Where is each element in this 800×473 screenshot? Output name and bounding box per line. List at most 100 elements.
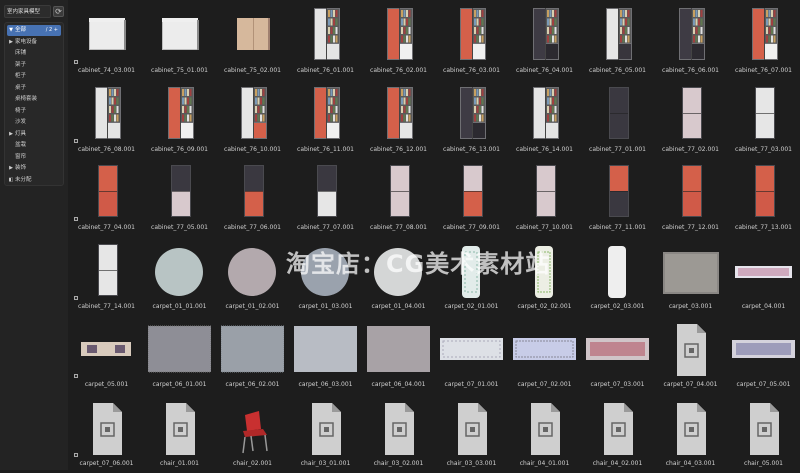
category-item[interactable]: ▼ 全部 / 2 + <box>7 25 61 36</box>
category-item[interactable]: ◧ 未分配 <box>7 175 61 186</box>
expand-arrow-icon[interactable]: ▶ <box>7 163 15 174</box>
asset-tile[interactable]: cabinet_75_02.001 <box>216 0 289 80</box>
asset-tile[interactable]: chair_03_02.001 <box>362 393 435 473</box>
asset-checkbox[interactable] <box>74 452 78 457</box>
asset-tile[interactable]: cabinet_76_10.001 <box>216 79 289 159</box>
asset-label: cabinet_76_05.001 <box>589 67 646 74</box>
asset-tile[interactable]: carpet_07_06.001 <box>70 393 143 473</box>
asset-checkbox[interactable] <box>74 374 78 378</box>
category-label: 全部 <box>15 27 27 33</box>
asset-label: chair_04_01.001 <box>519 459 570 467</box>
asset-tile[interactable]: cabinet_74_03.001 <box>70 0 143 80</box>
asset-thumbnail <box>75 85 138 145</box>
asset-tile[interactable]: cabinet_77_14.001 <box>70 236 143 316</box>
asset-tile[interactable]: carpet_04.001 <box>727 236 800 316</box>
asset-tile[interactable]: cabinet_76_07.001 <box>727 0 800 80</box>
asset-tile[interactable]: carpet_06_03.001 <box>289 314 362 394</box>
asset-tile[interactable]: carpet_01_02.001 <box>216 236 289 316</box>
asset-tile[interactable]: cabinet_76_01.001 <box>289 0 362 80</box>
asset-tile[interactable]: chair_03_03.001 <box>435 393 508 473</box>
asset-tile[interactable]: carpet_03.001 <box>654 236 727 316</box>
asset-tile[interactable]: cabinet_77_03.001 <box>727 79 800 159</box>
asset-tile[interactable]: cabinet_76_05.001 <box>581 0 654 80</box>
asset-tile[interactable]: carpet_07_03.001 <box>581 314 654 394</box>
asset-tile[interactable]: carpet_07_05.001 <box>727 314 800 394</box>
library-selector[interactable]: 室内家具模型 <box>4 4 51 18</box>
asset-tile[interactable]: cabinet_76_13.001 <box>435 79 508 159</box>
asset-tile[interactable]: cabinet_77_06.001 <box>216 157 289 237</box>
asset-tile[interactable]: carpet_06_01.001 <box>143 314 216 394</box>
asset-tile[interactable]: cabinet_76_03.001 <box>435 0 508 80</box>
asset-tile[interactable]: carpet_01_01.001 <box>143 236 216 316</box>
asset-tile[interactable]: cabinet_76_04.001 <box>508 0 581 80</box>
asset-tile[interactable]: cabinet_76_06.001 <box>654 0 727 80</box>
asset-tile[interactable]: chair_04_02.001 <box>581 393 654 473</box>
asset-tile[interactable]: cabinet_76_09.001 <box>143 79 216 159</box>
asset-tile[interactable]: carpet_06_02.001 <box>216 314 289 394</box>
asset-tile[interactable]: cabinet_76_08.001 <box>70 79 143 159</box>
asset-checkbox[interactable] <box>74 138 78 143</box>
asset-thumbnail <box>75 399 138 459</box>
asset-tile[interactable]: cabinet_77_09.001 <box>435 157 508 237</box>
category-item[interactable]: 柜子 <box>7 71 61 82</box>
expand-arrow-icon[interactable]: ▶ <box>7 129 15 140</box>
asset-tile[interactable]: cabinet_77_07.001 <box>289 157 362 237</box>
asset-tile[interactable]: cabinet_77_10.001 <box>508 157 581 237</box>
asset-thumbnail <box>440 6 503 66</box>
asset-label: carpet_07_03.001 <box>590 381 645 388</box>
asset-thumbnail <box>147 320 212 380</box>
category-label: 窗帘 <box>15 153 27 160</box>
asset-tile[interactable]: cabinet_77_04.001 <box>70 157 143 237</box>
asset-tile[interactable]: cabinet_77_13.001 <box>727 157 800 237</box>
asset-tile[interactable]: cabinet_76_14.001 <box>508 79 581 159</box>
category-item[interactable]: 桌椅套装 <box>7 94 61 105</box>
asset-tile[interactable]: chair_05.001 <box>727 393 800 473</box>
category-item[interactable]: ▶ 装饰 <box>7 163 61 174</box>
asset-tile[interactable]: chair_01.001 <box>143 393 216 473</box>
asset-label: cabinet_76_01.001 <box>297 67 354 74</box>
asset-tile[interactable]: cabinet_77_08.001 <box>362 157 435 237</box>
asset-tile[interactable]: chair_03_01.001 <box>289 393 362 473</box>
refresh-icon[interactable]: ⟳ <box>53 5 64 17</box>
category-item[interactable]: 床铺 <box>7 48 61 59</box>
asset-tile[interactable]: cabinet_77_11.001 <box>581 157 654 237</box>
asset-tile[interactable]: chair_02.001 <box>216 393 289 473</box>
expand-arrow-icon[interactable]: ▶ <box>7 37 15 48</box>
asset-thumbnail <box>586 242 649 302</box>
category-item[interactable]: 桌子 <box>7 83 61 94</box>
asset-tile[interactable]: carpet_07_04.001 <box>654 314 727 394</box>
category-item[interactable]: 沙发 <box>7 117 61 128</box>
asset-tile[interactable]: cabinet_76_02.001 <box>362 0 435 80</box>
category-count-controls[interactable]: / 2 + <box>46 25 58 36</box>
asset-thumbnail <box>440 320 503 380</box>
asset-tile[interactable]: chair_04_01.001 <box>508 393 581 473</box>
asset-label: cabinet_76_04.001 <box>516 67 573 74</box>
asset-tile[interactable]: carpet_05.001 <box>70 314 143 394</box>
asset-tile[interactable]: carpet_07_02.001 <box>508 314 581 394</box>
asset-checkbox[interactable] <box>74 217 78 221</box>
asset-tile[interactable]: carpet_07_01.001 <box>435 314 508 394</box>
asset-tile[interactable]: chair_04_03.001 <box>654 393 727 473</box>
asset-tile[interactable]: carpet_06_04.001 <box>362 314 435 394</box>
asset-tile[interactable]: carpet_02_03.001 <box>581 236 654 316</box>
asset-checkbox[interactable] <box>74 295 78 300</box>
asset-tile[interactable]: cabinet_77_05.001 <box>143 157 216 237</box>
asset-tile[interactable]: cabinet_77_02.001 <box>654 79 727 159</box>
category-item[interactable]: ▶ 灯具 <box>7 129 61 140</box>
asset-tile[interactable]: cabinet_75_01.001 <box>143 0 216 80</box>
category-item[interactable]: ▶ 家电设备 <box>7 37 61 48</box>
asset-tile[interactable]: cabinet_77_01.001 <box>581 79 654 159</box>
category-item[interactable]: 盆栽 <box>7 140 61 151</box>
asset-thumbnail <box>221 6 284 66</box>
asset-label: cabinet_76_14.001 <box>516 145 573 153</box>
category-item[interactable]: 窗帘 <box>7 152 61 163</box>
asset-tile[interactable]: cabinet_77_12.001 <box>654 157 727 237</box>
collapse-arrow-icon[interactable]: ▼ <box>7 25 15 36</box>
category-label: 桌椅套装 <box>15 96 38 102</box>
asset-tile[interactable]: cabinet_76_12.001 <box>362 79 435 159</box>
category-item[interactable]: 椅子 <box>7 106 61 117</box>
asset-checkbox[interactable] <box>74 60 78 64</box>
asset-tile[interactable]: cabinet_76_11.001 <box>289 79 362 159</box>
asset-label: chair_03_02.001 <box>373 459 424 467</box>
category-item[interactable]: 架子 <box>7 60 61 71</box>
